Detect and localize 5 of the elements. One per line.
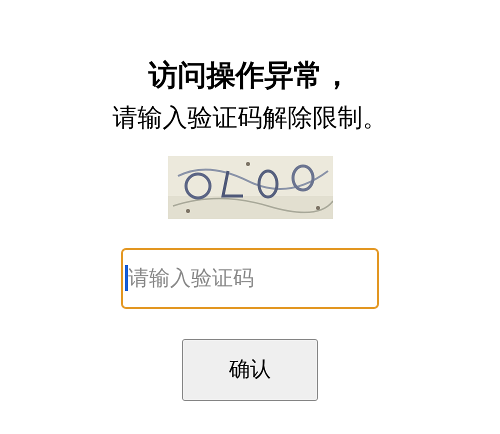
captcha-input-field[interactable]: 请输入验证码 — [121, 248, 379, 309]
instruction-text: 请输入验证码解除限制。 — [112, 103, 388, 134]
page-title: 访问操作异常， — [148, 58, 352, 94]
confirm-button[interactable]: 确认 — [182, 339, 318, 401]
text-cursor-icon — [125, 265, 128, 291]
